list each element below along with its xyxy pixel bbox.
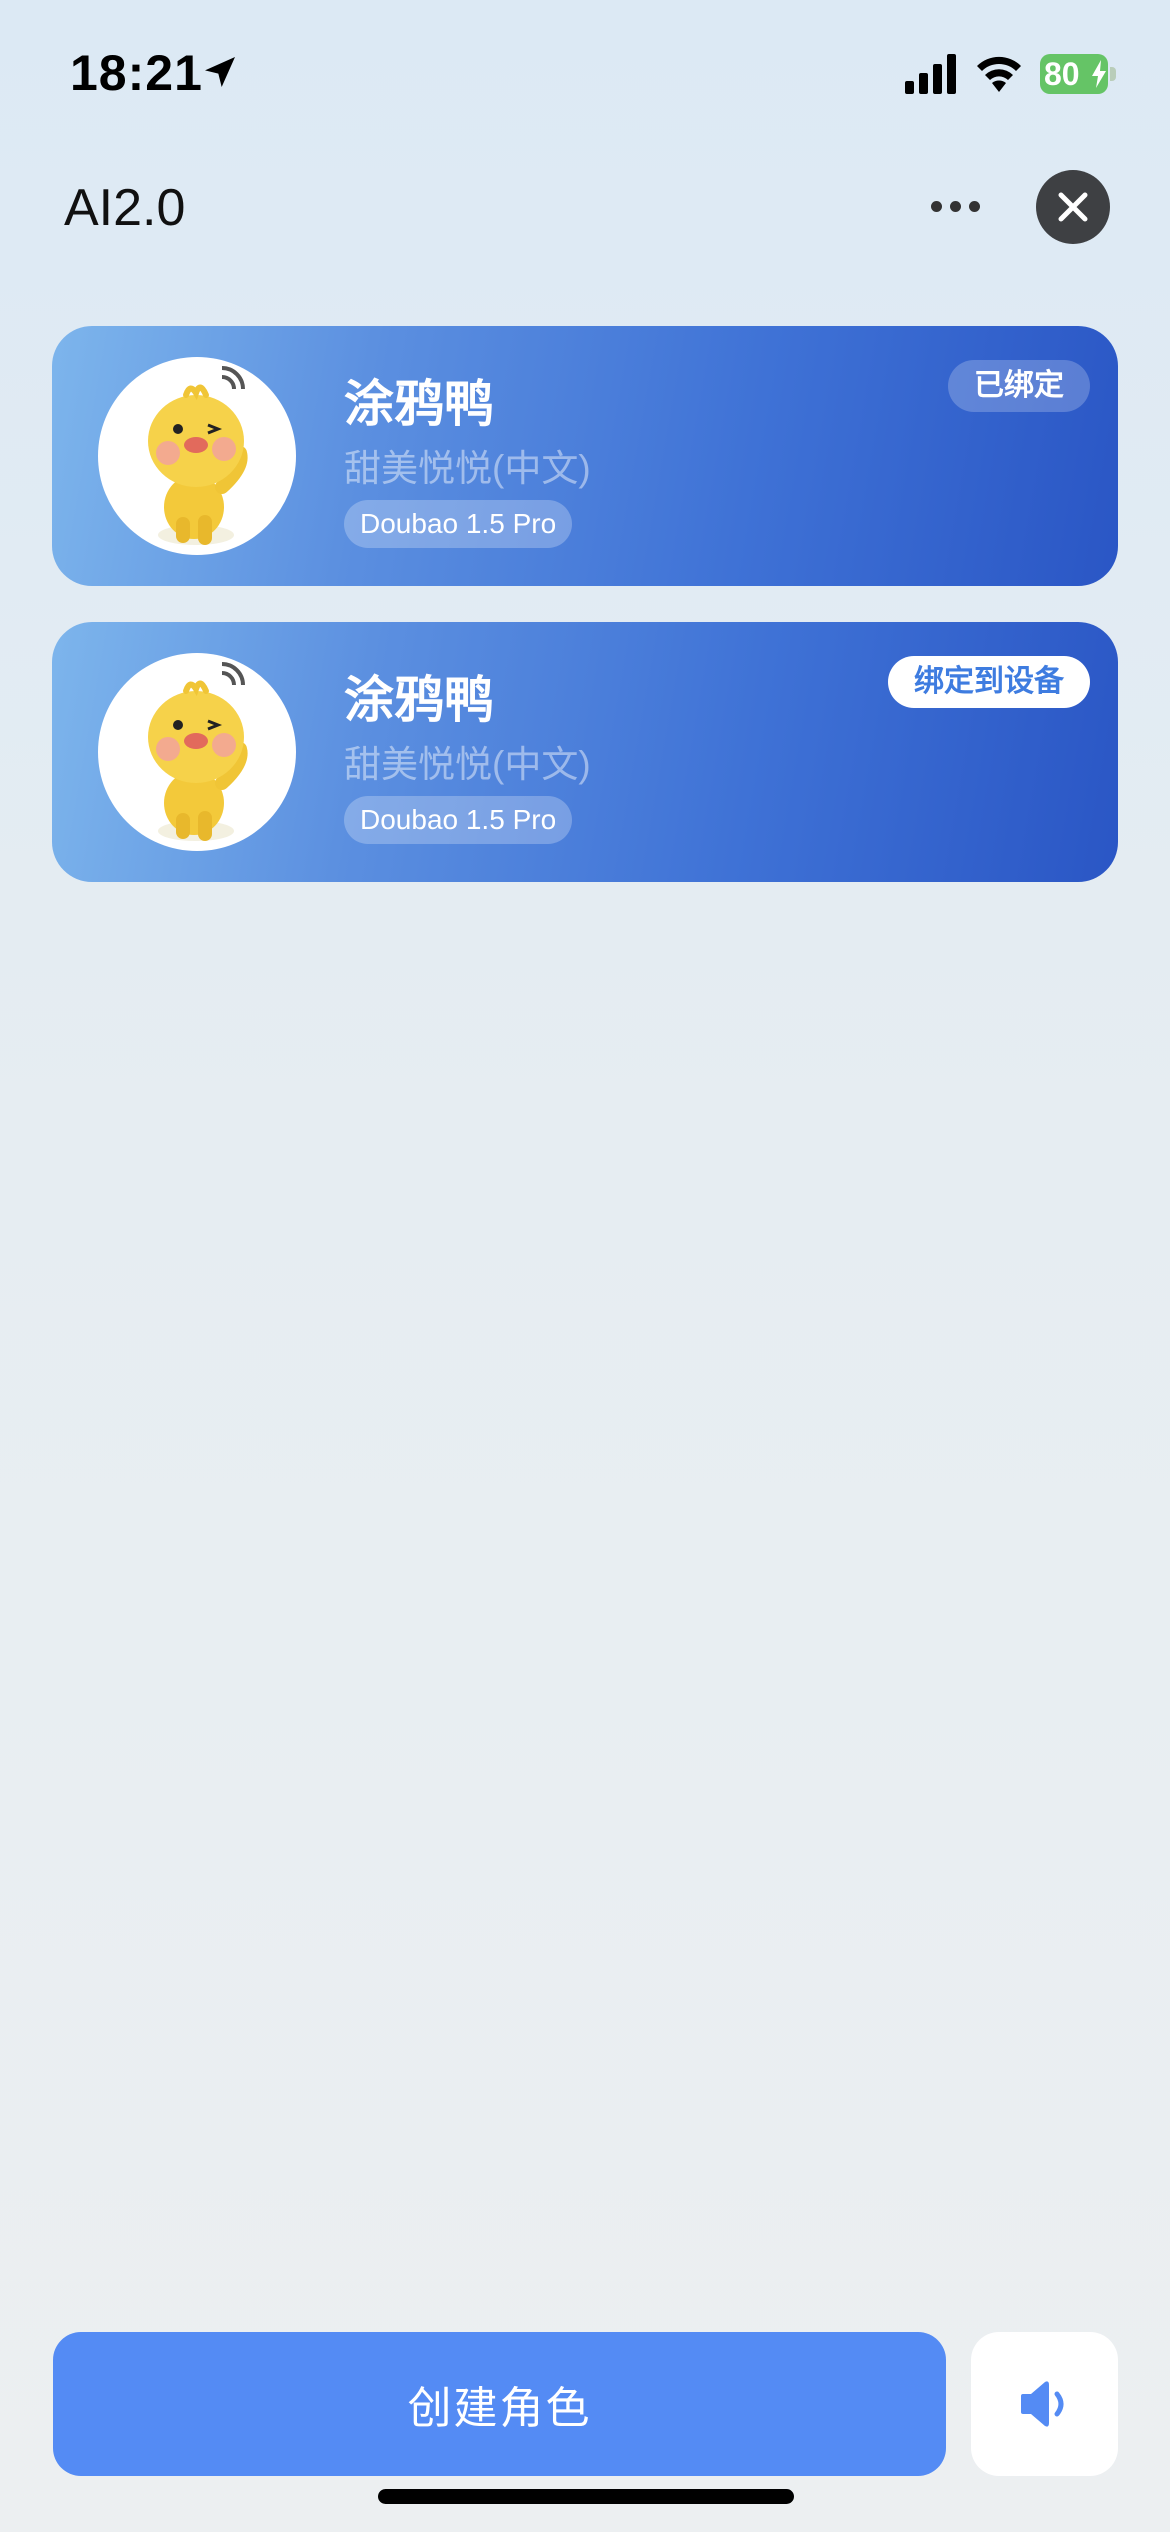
duck-mascot-icon: [148, 662, 248, 841]
character-voice: 甜美悦悦(中文): [344, 744, 591, 785]
create-character-button[interactable]: 创建角色: [53, 2332, 946, 2476]
duck-mascot-icon: [148, 366, 248, 545]
bind-to-device-button[interactable]: 绑定到设备: [888, 656, 1090, 708]
character-card[interactable]: 涂鸦鸭 甜美悦悦(中文) Doubao 1.5 Pro 已绑定: [52, 326, 1118, 586]
character-voice: 甜美悦悦(中文): [344, 448, 591, 489]
speaker-button[interactable]: [971, 2332, 1118, 2476]
home-indicator: [378, 2489, 794, 2504]
more-button[interactable]: [920, 186, 990, 226]
location-arrow-icon: [205, 57, 235, 87]
battery-level: 80: [1044, 56, 1080, 92]
close-icon: [1058, 192, 1088, 222]
character-avatar: [98, 653, 296, 851]
ellipsis-icon: [930, 200, 980, 212]
status-time: 18:21: [70, 45, 203, 101]
cellular-signal-icon: [905, 54, 956, 94]
bound-status-badge: 已绑定: [948, 360, 1090, 412]
character-name: 涂鸦鸭: [344, 376, 494, 432]
status-bar: 18:21 80: [0, 0, 1170, 150]
character-name: 涂鸦鸭: [344, 672, 494, 728]
battery-charging-icon: 80: [1040, 54, 1116, 94]
model-badge: Doubao 1.5 Pro: [344, 500, 573, 548]
speaker-icon: [1020, 2381, 1063, 2427]
page-title: AI2.0: [64, 179, 186, 237]
wifi-icon: [977, 56, 1021, 92]
close-button[interactable]: [1036, 170, 1110, 244]
character-avatar: [98, 357, 296, 555]
character-card[interactable]: 涂鸦鸭 甜美悦悦(中文) Doubao 1.5 Pro 绑定到设备: [52, 622, 1118, 882]
model-badge: Doubao 1.5 Pro: [344, 796, 573, 844]
